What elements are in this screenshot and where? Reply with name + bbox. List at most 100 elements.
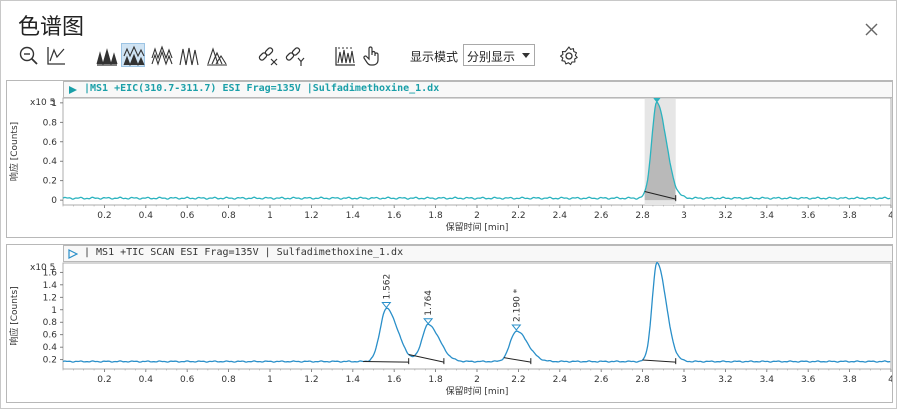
x-tick-label: 2.8 bbox=[635, 375, 650, 385]
eic-chart[interactable]: 00.20.40.60.81x10 50.2 0.4 0.6 0.8 1 1.2 1.4 1.… bbox=[7, 81, 892, 237]
x-tick-label: 1.8 bbox=[428, 375, 443, 385]
x-tick-label: 0.8 bbox=[221, 211, 236, 221]
y-tick-label: 0.8 bbox=[43, 118, 58, 128]
overlay-peaks-button[interactable] bbox=[94, 43, 118, 67]
window-title: 色谱图 bbox=[18, 15, 85, 40]
y-tick-label: 1 bbox=[51, 306, 57, 316]
y-exponent-label: x10 5 bbox=[30, 98, 55, 108]
y-tick-label: 1.4 bbox=[43, 281, 58, 291]
x-tick-label: 1.6 bbox=[387, 375, 402, 385]
tic-chart[interactable]: 0.2 0.4 0.6 0.8 1 1.2 1.4 1.6 x10 5 0.2 0.4 0.6 0.8 1… bbox=[7, 245, 892, 402]
y-tick-label: 0.8 bbox=[43, 318, 58, 328]
x-tick-label: 0.2 bbox=[97, 375, 111, 385]
x-tick-label: 1.2 bbox=[304, 375, 318, 385]
x-tick-label: 3 bbox=[681, 375, 687, 385]
collapse-triangle-icon[interactable] bbox=[68, 249, 78, 259]
close-button[interactable] bbox=[863, 21, 881, 39]
x-axis-label: 保留时间 [min] bbox=[446, 221, 509, 233]
x-tick-label: 3.8 bbox=[842, 375, 857, 385]
panel-caption: |MS1 +EIC(310.7-311.7) ESI Frag=135V |Su… bbox=[84, 83, 440, 94]
y-tick-label: 0.2 bbox=[43, 177, 57, 187]
plot-area bbox=[62, 97, 892, 206]
stacked-peaks-icon bbox=[123, 45, 145, 67]
link-x-icon bbox=[258, 47, 278, 66]
x-tick-label: 1.4 bbox=[346, 211, 361, 221]
gear-icon bbox=[559, 46, 578, 66]
display-mode-value: 分别显示 bbox=[467, 50, 516, 64]
peak-label: 2.190 * bbox=[512, 288, 522, 322]
x-tick-label: 3.4 bbox=[760, 211, 775, 221]
chromatogram-panel-eic[interactable]: 0 0.2 0.4 0.6 0.8 1 x10 5 0.2 0.4 0.6 0.8 1 1.2 1.4 1.… bbox=[6, 80, 893, 238]
y-tick-label: 0.6 bbox=[43, 331, 58, 341]
y-axis-label: 响应 [Counts] bbox=[8, 122, 20, 181]
panel-header: |MS1 +EIC(310.7-311.7) ESI Frag=135V |Su… bbox=[63, 81, 893, 98]
integrate-button[interactable] bbox=[332, 43, 356, 67]
x-tick-label: 0.6 bbox=[180, 375, 195, 385]
x-tick-label: 2.2 bbox=[511, 375, 525, 385]
x-tick-label: 3.2 bbox=[718, 211, 732, 221]
x-tick-label: 4 bbox=[888, 375, 892, 385]
x-tick-label: 1.6 bbox=[387, 211, 402, 221]
chromatogram-panel-tic[interactable]: 0.2 0.4 0.6 0.8 1 1.2 1.4 1.6 x10 5 0.2 0.4 0.6 0.8 1… bbox=[6, 244, 893, 403]
x-tick-label: 0.6 bbox=[180, 211, 195, 221]
peak-labels-icon bbox=[151, 45, 173, 66]
chevron-down-icon bbox=[522, 53, 530, 58]
peak-labels-button[interactable] bbox=[149, 43, 173, 67]
x-tick-label: 2 bbox=[474, 375, 480, 385]
y-tick-label: 0.6 bbox=[43, 138, 58, 148]
unlink-y-button[interactable] bbox=[282, 43, 306, 67]
x-tick-label: 3 bbox=[681, 211, 687, 221]
toolbar: 显示模式 分别显示 bbox=[16, 43, 886, 71]
y-tick-label: 1.2 bbox=[43, 293, 57, 303]
x-tick-label: 2.6 bbox=[594, 211, 609, 221]
x-tick-label: 3.8 bbox=[842, 211, 857, 221]
x-tick-label: 0.8 bbox=[221, 375, 236, 385]
autoscale-button[interactable] bbox=[43, 43, 67, 67]
x-tick-label: 0.2 bbox=[97, 211, 111, 221]
x-tick-label: 4 bbox=[888, 211, 892, 221]
x-tick-label: 2.4 bbox=[553, 375, 568, 385]
stacked-peaks-button[interactable] bbox=[121, 43, 145, 67]
x-tick-label: 0.4 bbox=[139, 211, 154, 221]
hand-pan-icon bbox=[363, 46, 379, 66]
display-mode-label: 显示模式 bbox=[410, 50, 459, 64]
y-tick-label: 0.2 bbox=[43, 356, 57, 366]
offset-peaks-icon bbox=[207, 47, 227, 66]
x-tick-label: 2.6 bbox=[594, 375, 609, 385]
zoom-out-button[interactable] bbox=[16, 43, 40, 67]
autoscale-icon bbox=[47, 47, 65, 65]
panel-caption: | MS1 +TIC SCAN ESI Frag=135V | Sulfadim… bbox=[84, 247, 404, 258]
x-tick-label: 3.6 bbox=[801, 375, 816, 385]
x-tick-label: 3.4 bbox=[760, 375, 775, 385]
x-tick-label: 1.8 bbox=[428, 211, 443, 221]
normalize-icon bbox=[179, 47, 199, 66]
zoom-out-icon bbox=[19, 46, 38, 65]
peak-label: 1.562 bbox=[382, 274, 392, 300]
integrate-icon bbox=[335, 47, 355, 66]
integration-baseline bbox=[363, 360, 409, 363]
unlink-x-button[interactable] bbox=[255, 43, 279, 67]
pan-button[interactable] bbox=[359, 43, 383, 67]
expand-triangle-icon[interactable] bbox=[68, 85, 78, 95]
normalize-button[interactable] bbox=[176, 43, 200, 67]
offset-peaks-button[interactable] bbox=[204, 43, 228, 67]
settings-button[interactable] bbox=[556, 43, 580, 67]
link-y-icon bbox=[285, 47, 305, 66]
close-icon bbox=[865, 23, 878, 36]
x-tick-label: 2.4 bbox=[553, 211, 568, 221]
x-tick-label: 0.4 bbox=[139, 375, 154, 385]
display-mode-select[interactable]: 分别显示 bbox=[463, 44, 535, 66]
y-axis-label: 响应 [Counts] bbox=[8, 286, 20, 345]
x-tick-label: 3.6 bbox=[801, 211, 816, 221]
x-tick-label: 2 bbox=[474, 211, 480, 221]
y-tick-label: 0.4 bbox=[43, 157, 58, 167]
x-tick-label: 1 bbox=[267, 375, 273, 385]
y-tick-label: 0.4 bbox=[43, 343, 58, 353]
y-tick-label: 0 bbox=[51, 196, 57, 206]
x-tick-label: 3.2 bbox=[718, 375, 732, 385]
x-tick-label: 2.2 bbox=[511, 211, 525, 221]
x-axis-label: 保留时间 [min] bbox=[446, 385, 509, 397]
x-tick-label: 2.8 bbox=[635, 211, 650, 221]
y-exponent-label: x10 5 bbox=[30, 263, 55, 273]
x-tick-label: 1 bbox=[267, 211, 273, 221]
